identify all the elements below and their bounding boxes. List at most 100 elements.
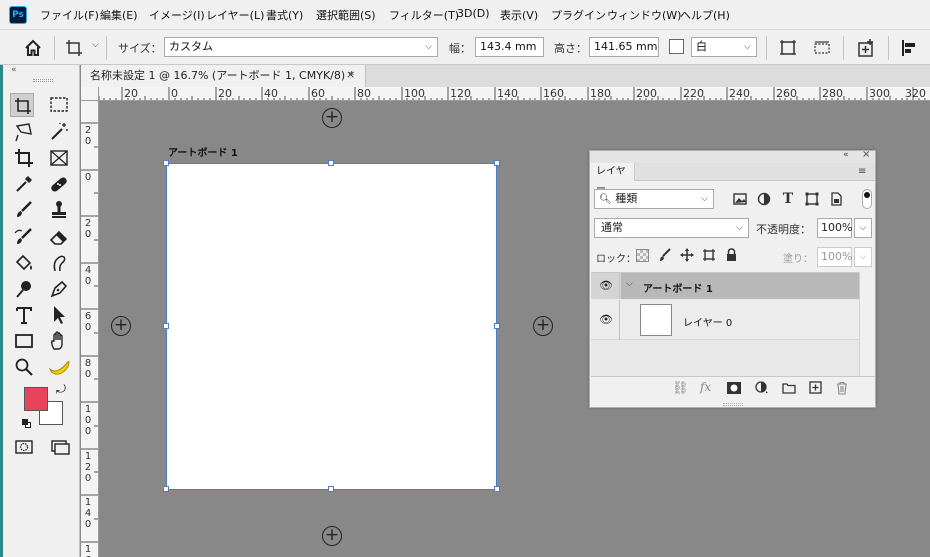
brush-icon[interactable] xyxy=(12,198,36,222)
menu-select[interactable]: 選択範囲(S) xyxy=(316,7,376,23)
blend-mode-select[interactable]: 通常 ⌵ xyxy=(594,218,749,238)
new-group-icon[interactable] xyxy=(782,382,796,394)
frame-icon[interactable] xyxy=(47,146,71,170)
align-left-icon[interactable] xyxy=(898,37,920,59)
layer-name[interactable]: レイヤー 0 xyxy=(683,314,732,329)
menu-plugins[interactable]: プラグイン xyxy=(551,7,606,23)
opacity-input[interactable]: 100% xyxy=(817,218,852,238)
chevron-down-icon[interactable]: ⌵ xyxy=(92,40,99,50)
menu-edit[interactable]: 編集(E) xyxy=(100,7,138,23)
layer-row-layer0[interactable]: 👁︎ レイヤー 0 xyxy=(591,300,859,340)
foreground-color-swatch[interactable] xyxy=(24,387,48,411)
panel-header[interactable]: « × xyxy=(590,149,875,163)
add-artboard-bottom-icon[interactable]: + xyxy=(322,526,342,546)
resize-handle[interactable] xyxy=(494,160,500,166)
filter-smart-object-icon[interactable] xyxy=(828,191,844,207)
ruler-origin[interactable] xyxy=(81,87,99,101)
menu-3d[interactable]: 3D(D) xyxy=(457,7,490,20)
document-tab[interactable]: 名称未設定 1 @ 16.7% (アートボード 1, CMYK/8) * xyxy=(81,65,366,87)
crop-icon[interactable] xyxy=(12,146,36,170)
artboard-tool-icon[interactable] xyxy=(10,93,34,117)
lock-artboard-icon[interactable] xyxy=(702,248,716,262)
banana-icon[interactable] xyxy=(47,355,71,379)
layer-filter-select[interactable]: 🔍︎ 種類 ⌵ xyxy=(594,189,714,209)
marquee-icon[interactable] xyxy=(47,93,71,117)
dodge-icon[interactable] xyxy=(12,277,36,301)
healing-brush-icon[interactable] xyxy=(47,172,71,196)
opacity-dropdown-icon[interactable]: ⌵ xyxy=(854,218,872,238)
menu-view[interactable]: 表示(V) xyxy=(500,7,538,23)
artboard-title[interactable]: アートボード 1 xyxy=(168,144,238,159)
menu-window[interactable]: ウィンドウ(W) xyxy=(607,7,681,23)
filter-toggle[interactable] xyxy=(862,189,872,209)
rectangle-icon[interactable] xyxy=(12,329,36,353)
lock-all-icon[interactable] xyxy=(725,248,738,262)
layer-row-artboard[interactable]: 👁︎ ⌵ アートボード 1 xyxy=(591,273,859,299)
add-artboard-icon[interactable] xyxy=(855,37,877,59)
new-layer-icon[interactable] xyxy=(809,381,822,394)
home-icon[interactable] xyxy=(22,37,44,59)
lock-position-icon[interactable] xyxy=(680,248,694,262)
clone-stamp-icon[interactable] xyxy=(47,198,71,222)
default-colors-icon[interactable] xyxy=(22,419,31,428)
resize-handle[interactable] xyxy=(163,160,169,166)
menu-filter[interactable]: フィルター(T) xyxy=(389,7,459,23)
visibility-eye-icon[interactable]: 👁︎ xyxy=(599,313,613,326)
layers-scrollbar[interactable] xyxy=(859,272,875,376)
artboard[interactable] xyxy=(166,163,497,490)
new-adjustment-icon[interactable] xyxy=(755,381,769,395)
resize-handle[interactable] xyxy=(328,486,334,492)
menu-type[interactable]: 書式(Y) xyxy=(266,7,303,23)
magic-wand-icon[interactable] xyxy=(47,120,71,144)
layer-name[interactable]: アートボード 1 xyxy=(643,280,713,295)
filter-pixel-icon[interactable] xyxy=(732,191,748,207)
screen-mode-icon[interactable] xyxy=(47,435,71,459)
zoom-icon[interactable] xyxy=(12,355,36,379)
artboard-bounds-icon[interactable] xyxy=(811,37,833,59)
eraser-icon[interactable] xyxy=(47,225,71,249)
resize-handle[interactable] xyxy=(163,323,169,329)
background-color-swatch[interactable] xyxy=(669,39,684,54)
panel-resize-grip[interactable] xyxy=(723,403,743,406)
menu-help[interactable]: ヘルプ(H) xyxy=(680,7,730,23)
panel-menu-icon[interactable]: ≡ xyxy=(858,166,866,177)
filter-type-icon[interactable]: T xyxy=(780,191,796,207)
layers-tab[interactable]: レイヤー xyxy=(590,163,635,195)
resize-handle[interactable] xyxy=(163,486,169,492)
artboard-tool-preset-icon[interactable] xyxy=(63,37,85,59)
paint-bucket-icon[interactable] xyxy=(12,251,36,275)
pen-icon[interactable] xyxy=(47,277,71,301)
hand-icon[interactable] xyxy=(47,329,71,353)
smudge-icon[interactable] xyxy=(47,251,71,275)
visibility-eye-icon[interactable]: 👁︎ xyxy=(599,279,613,292)
add-artboard-top-icon[interactable]: + xyxy=(322,108,342,128)
resize-handle[interactable] xyxy=(494,486,500,492)
history-brush-icon[interactable] xyxy=(12,225,36,249)
menu-file[interactable]: ファイル(F) xyxy=(40,7,99,23)
resize-handle[interactable] xyxy=(328,160,334,166)
height-input[interactable]: 141.65 mm xyxy=(589,37,659,57)
fx-icon[interactable]: fx xyxy=(700,380,711,394)
fill-input[interactable]: 100% xyxy=(817,247,852,267)
menu-layer[interactable]: レイヤー(L) xyxy=(206,7,264,23)
fill-dropdown-icon[interactable]: ⌵ xyxy=(854,247,872,267)
lasso-icon[interactable] xyxy=(12,120,36,144)
size-select[interactable]: カスタム ⌵ xyxy=(164,37,438,57)
lock-image-icon[interactable] xyxy=(658,248,672,262)
fit-artboard-icon[interactable] xyxy=(777,37,799,59)
width-input[interactable]: 143.4 mm xyxy=(475,37,544,57)
close-tab-icon[interactable]: × xyxy=(346,68,355,81)
path-selection-icon[interactable] xyxy=(47,303,71,327)
lock-transparent-icon[interactable] xyxy=(636,249,649,262)
type-icon[interactable] xyxy=(12,303,36,327)
link-layers-icon[interactable]: ⛓︎ xyxy=(672,381,689,396)
filter-adjustment-icon[interactable] xyxy=(756,191,772,207)
collapse-toolbar-icon[interactable]: « xyxy=(11,65,17,75)
background-select[interactable]: 白 ⌵ xyxy=(691,37,757,57)
delete-layer-icon[interactable] xyxy=(836,381,848,395)
chevron-down-icon[interactable]: ⌵ xyxy=(626,279,633,289)
swap-colors-icon[interactable]: ⤾ xyxy=(56,382,66,397)
add-artboard-right-icon[interactable]: + xyxy=(533,316,553,336)
eyedropper-icon[interactable] xyxy=(12,172,36,196)
add-mask-icon[interactable] xyxy=(727,382,741,394)
